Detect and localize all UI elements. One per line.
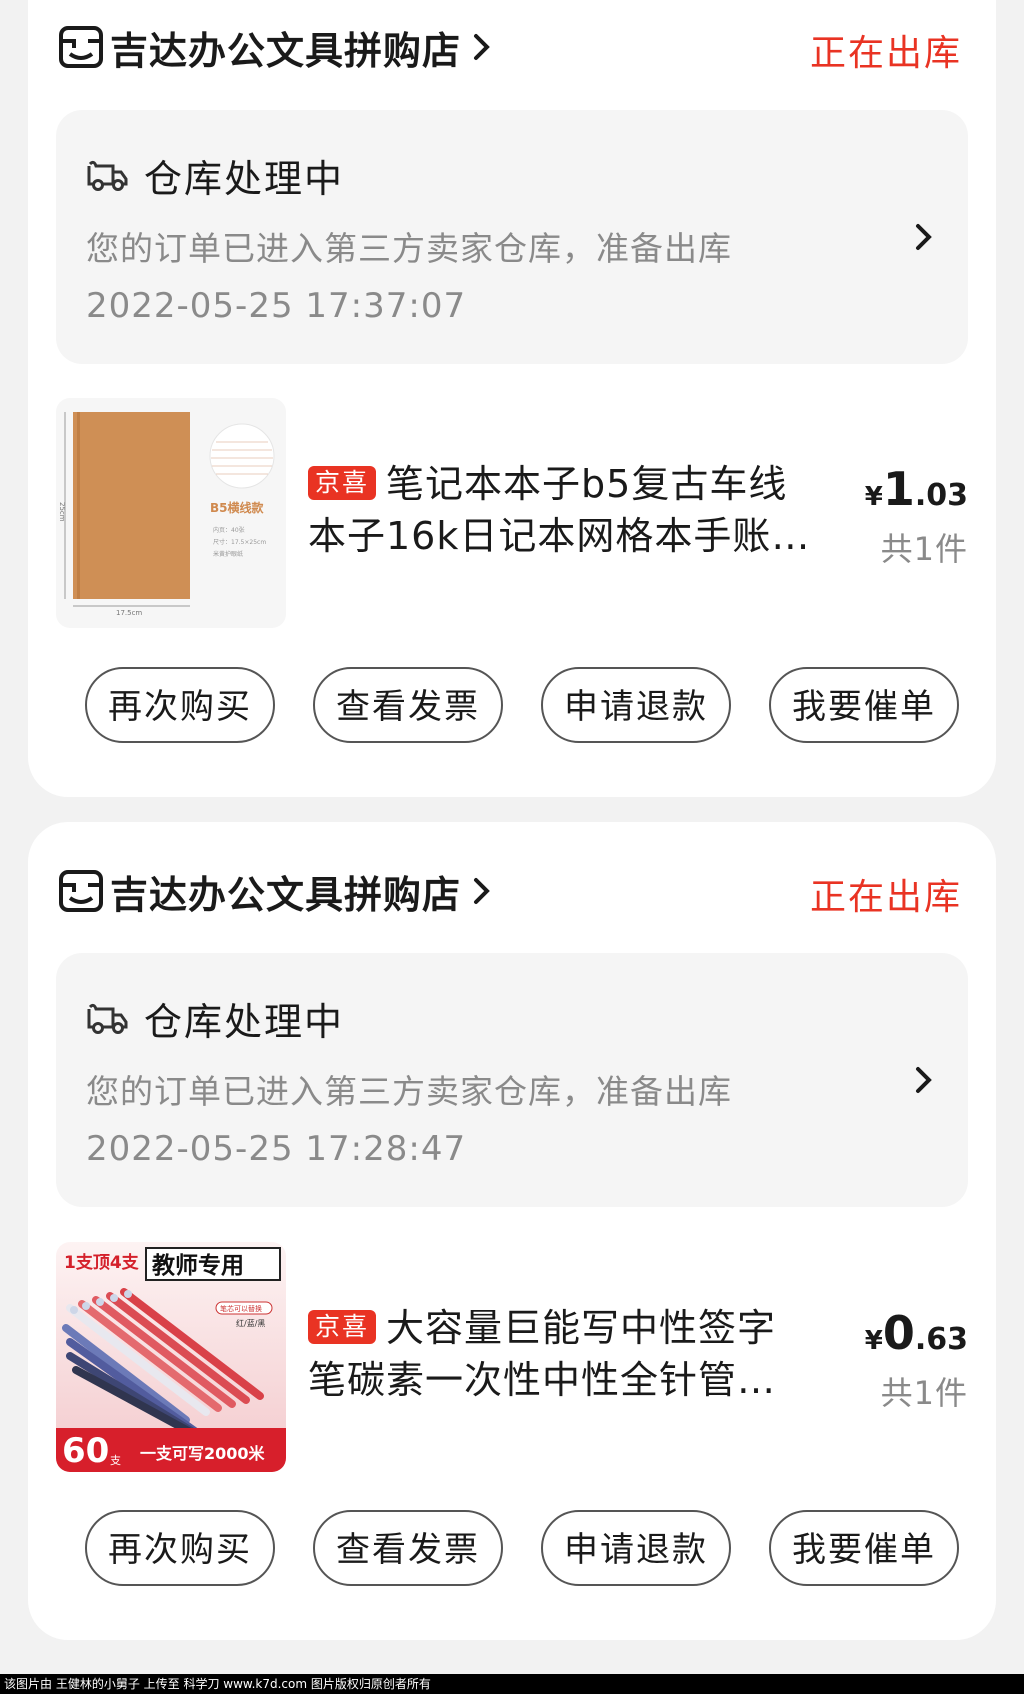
currency-symbol: ¥	[864, 1326, 883, 1356]
product-row[interactable]: 1支顶4支 教师专用 笔芯可以替换 红/蓝/黑 60 支 一支可写2000米 京…	[56, 1242, 968, 1472]
view-invoice-button[interactable]: 查看发票	[313, 667, 503, 743]
shop-name: 吉达办公文具拼购店	[110, 28, 462, 73]
price-integer: 1	[882, 462, 915, 516]
product-quantity: 共1件	[880, 530, 968, 568]
tracking-title: 仓库处理中	[144, 157, 345, 201]
pen-promo-top-left: 1支顶4支	[64, 1252, 140, 1273]
product-image-pens[interactable]: 1支顶4支 教师专用 笔芯可以替换 红/蓝/黑 60 支 一支可写2000米	[56, 1242, 286, 1472]
chevron-right-icon	[474, 878, 490, 904]
chevron-right-icon	[474, 34, 490, 60]
product-quantity: 共1件	[880, 1374, 968, 1412]
product-title-line2: 笔碳素一次性中性全针管…	[308, 1358, 777, 1402]
order-status: 正在出库	[809, 33, 962, 74]
product-title-line2: 本子16k日记本网格本手账…	[308, 514, 811, 558]
shop-header[interactable]: 吉达办公文具拼购店	[58, 856, 493, 926]
tracking-title: 仓库处理中	[144, 1000, 345, 1044]
product-title[interactable]: 京喜 笔记本本子b5复古车线 本子16k日记本网格本手账…	[308, 458, 828, 562]
notebook-spec-size: 尺寸：17.5×25cm	[213, 538, 266, 546]
jingxi-badge: 京喜	[308, 1310, 377, 1344]
product-price: ¥0.63	[865, 1306, 968, 1360]
jingxi-badge: 京喜	[308, 466, 377, 500]
notebook-spec-paper: 米黄护眼纸	[213, 550, 243, 558]
notebook-spec-pages: 内页：40张	[213, 526, 245, 534]
tracking-description: 您的订单已进入第三方卖家仓库，准备出库	[86, 229, 732, 268]
buy-again-button[interactable]: 再次购买	[85, 667, 275, 743]
shop-icon	[59, 26, 103, 68]
order-card: 吉达办公文具拼购店 正在出库 仓库处理中 您的订单已进入第三方卖家仓库，准备出库…	[28, 822, 996, 1640]
watermark-footer: 该图片由 王健林的小舅子 上传至 科学刀 www.k7d.com 图片版权归原创…	[0, 1674, 1024, 1694]
tracking-panel[interactable]: 仓库处理中 您的订单已进入第三方卖家仓库，准备出库 2022-05-25 17:…	[56, 953, 968, 1207]
request-refund-button[interactable]: 申请退款	[541, 1510, 731, 1586]
pen-count-unit: 支	[110, 1454, 121, 1467]
pen-slogan: 一支可写2000米	[140, 1444, 266, 1463]
pen-colors: 红/蓝/黑	[236, 1318, 265, 1328]
tracking-description: 您的订单已进入第三方卖家仓库，准备出库	[86, 1072, 732, 1111]
buy-again-button[interactable]: 再次购买	[85, 1510, 275, 1586]
price-integer: 0	[882, 1306, 915, 1360]
shop-icon	[59, 870, 103, 912]
chevron-right-icon	[916, 224, 932, 250]
notebook-height-label: 25cm	[58, 502, 66, 522]
chevron-right-icon	[916, 1067, 932, 1093]
product-title[interactable]: 京喜 大容量巨能写中性签字 笔碳素一次性中性全针管…	[308, 1302, 828, 1406]
shop-header[interactable]: 吉达办公文具拼购店	[58, 12, 493, 82]
truck-icon	[87, 160, 128, 191]
view-invoice-button[interactable]: 查看发票	[313, 1510, 503, 1586]
pen-promo-teacher: 教师专用	[152, 1252, 244, 1279]
pen-refill-tag: 笔芯可以替换	[220, 1304, 262, 1313]
pen-count: 60	[62, 1431, 109, 1471]
price-decimal: .03	[914, 478, 968, 513]
request-refund-button[interactable]: 申请退款	[541, 667, 731, 743]
tracking-time: 2022-05-25 17:37:07	[86, 286, 467, 326]
order-actions: 再次购买 查看发票 申请退款 我要催单	[85, 667, 965, 747]
tracking-time: 2022-05-25 17:28:47	[86, 1129, 467, 1169]
notebook-width-label: 17.5cm	[116, 609, 142, 617]
tracking-title-row: 仓库处理中	[86, 148, 344, 203]
urge-order-button[interactable]: 我要催单	[769, 1510, 959, 1586]
product-title-line1: 大容量巨能写中性签字	[386, 1306, 777, 1350]
truck-icon	[87, 1003, 128, 1034]
product-title-line1: 笔记本本子b5复古车线	[386, 462, 788, 506]
price-decimal: .63	[914, 1322, 968, 1357]
product-price: ¥1.03	[865, 462, 968, 516]
tracking-title-row: 仓库处理中	[86, 991, 344, 1046]
shop-name: 吉达办公文具拼购店	[110, 872, 462, 917]
product-image-notebook[interactable]: 25cm 17.5cm B5横线款 内页：40张 尺寸：17.5×25cm 米黄…	[56, 398, 286, 628]
order-status: 正在出库	[809, 877, 962, 918]
order-actions: 再次购买 查看发票 申请退款 我要催单	[85, 1510, 965, 1590]
currency-symbol: ¥	[864, 482, 883, 512]
urge-order-button[interactable]: 我要催单	[769, 667, 959, 743]
notebook-style-label: B5横线款	[210, 500, 264, 515]
tracking-panel[interactable]: 仓库处理中 您的订单已进入第三方卖家仓库，准备出库 2022-05-25 17:…	[56, 110, 968, 364]
product-row[interactable]: 25cm 17.5cm B5横线款 内页：40张 尺寸：17.5×25cm 米黄…	[56, 398, 968, 628]
order-card: 吉达办公文具拼购店 正在出库 仓库处理中 您的订单已进入第三方卖家仓库，准备出库…	[28, 0, 996, 797]
